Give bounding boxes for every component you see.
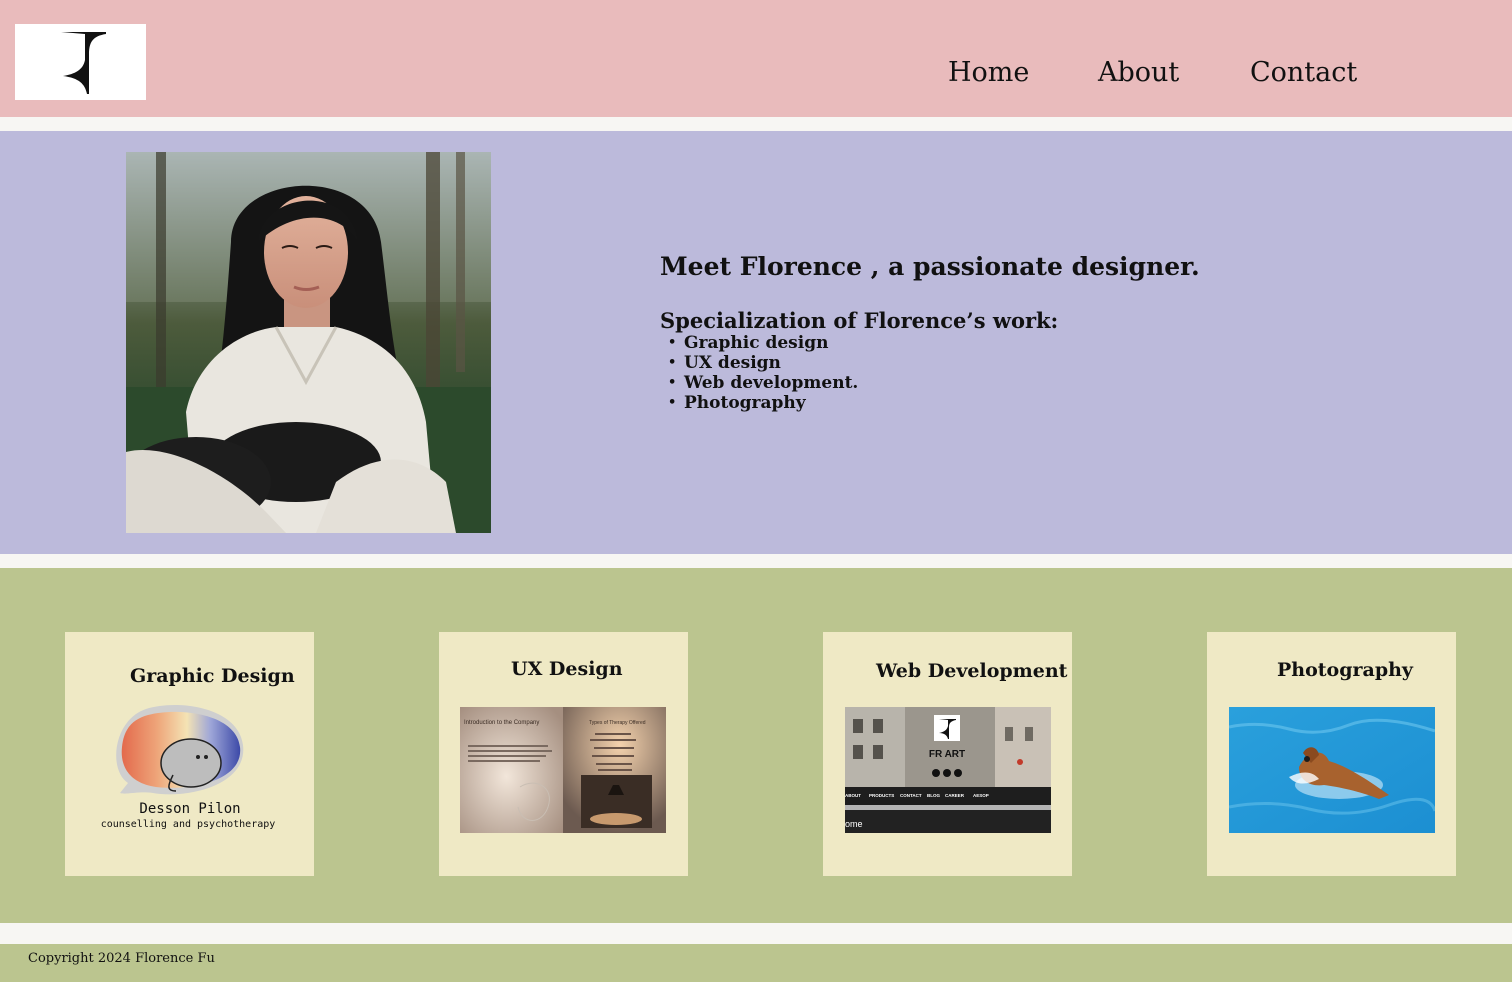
nav-about-link[interactable]: About xyxy=(1098,57,1179,89)
specialization-item: Web development. xyxy=(660,373,1200,393)
card-web-development[interactable]: Web Development FR ART ABOUT PRODUCTS CO… xyxy=(823,632,1072,876)
specialization-item: UX design xyxy=(660,353,1200,373)
card-title: UX Design xyxy=(511,658,623,680)
website-menu-item: CAREER xyxy=(945,793,965,798)
specialization-item: Photography xyxy=(660,393,1200,413)
card-title: Web Development xyxy=(876,660,1068,682)
desson-pilon-tagline: counselling and psychotherapy xyxy=(101,819,276,830)
website-menu-item: BLOG xyxy=(927,793,940,798)
slide2-title: Types of Therapy Offered xyxy=(589,720,646,726)
desson-pilon-logo-thumbnail: Desson Pilon counselling and psychothera… xyxy=(98,705,283,833)
website-screenshot-thumbnail: FR ART ABOUT PRODUCTS CONTACT BLOG CAREE… xyxy=(845,707,1051,833)
site-header: Home About Contact xyxy=(0,0,1512,117)
card-photography[interactable]: Photography xyxy=(1207,632,1456,876)
site-logo[interactable] xyxy=(15,24,146,100)
copyright-text: Copyright 2024 Florence Fu xyxy=(28,951,215,966)
card-graphic-design[interactable]: Graphic Design Desson Pilon counselling … xyxy=(65,632,314,876)
website-menu-item: PRODUCTS xyxy=(869,793,894,798)
website-brand: FR ART xyxy=(929,749,965,760)
hero-intro: Meet Florence , a passionate designer. S… xyxy=(660,252,1200,413)
ux-slides-thumbnail: Introduction to the Company Types of The… xyxy=(460,707,666,833)
card-title: Graphic Design xyxy=(130,665,295,687)
florence-logo-icon xyxy=(61,32,106,94)
swimming-dog-photo xyxy=(1229,707,1435,833)
nav-home-link[interactable]: Home xyxy=(948,57,1029,89)
specialization-list: Graphic design UX design Web development… xyxy=(660,333,1200,413)
portrait-photo xyxy=(126,152,491,533)
desson-pilon-name: Desson Pilon xyxy=(139,801,240,817)
website-menu-item: AESOP xyxy=(973,793,989,798)
work-section: Graphic Design Desson Pilon counselling … xyxy=(0,568,1512,923)
site-footer: Copyright 2024 Florence Fu xyxy=(0,944,1512,982)
nav-contact-link[interactable]: Contact xyxy=(1250,57,1357,89)
specialization-item: Graphic design xyxy=(660,333,1200,353)
specialization-title: Specialization of Florence’s work: xyxy=(660,308,1059,333)
hero-section: Meet Florence , a passionate designer. S… xyxy=(0,131,1512,554)
website-menu-item: CONTACT xyxy=(900,793,922,798)
card-ux-design[interactable]: UX Design Introduction to the Company Ty… xyxy=(439,632,688,876)
hero-headline: Meet Florence , a passionate designer. xyxy=(660,252,1200,281)
website-menu-item: ABOUT xyxy=(845,793,861,798)
website-text-fragment: ome xyxy=(845,819,863,829)
slide1-title: Introduction to the Company xyxy=(464,720,539,726)
card-title: Photography xyxy=(1277,659,1413,681)
